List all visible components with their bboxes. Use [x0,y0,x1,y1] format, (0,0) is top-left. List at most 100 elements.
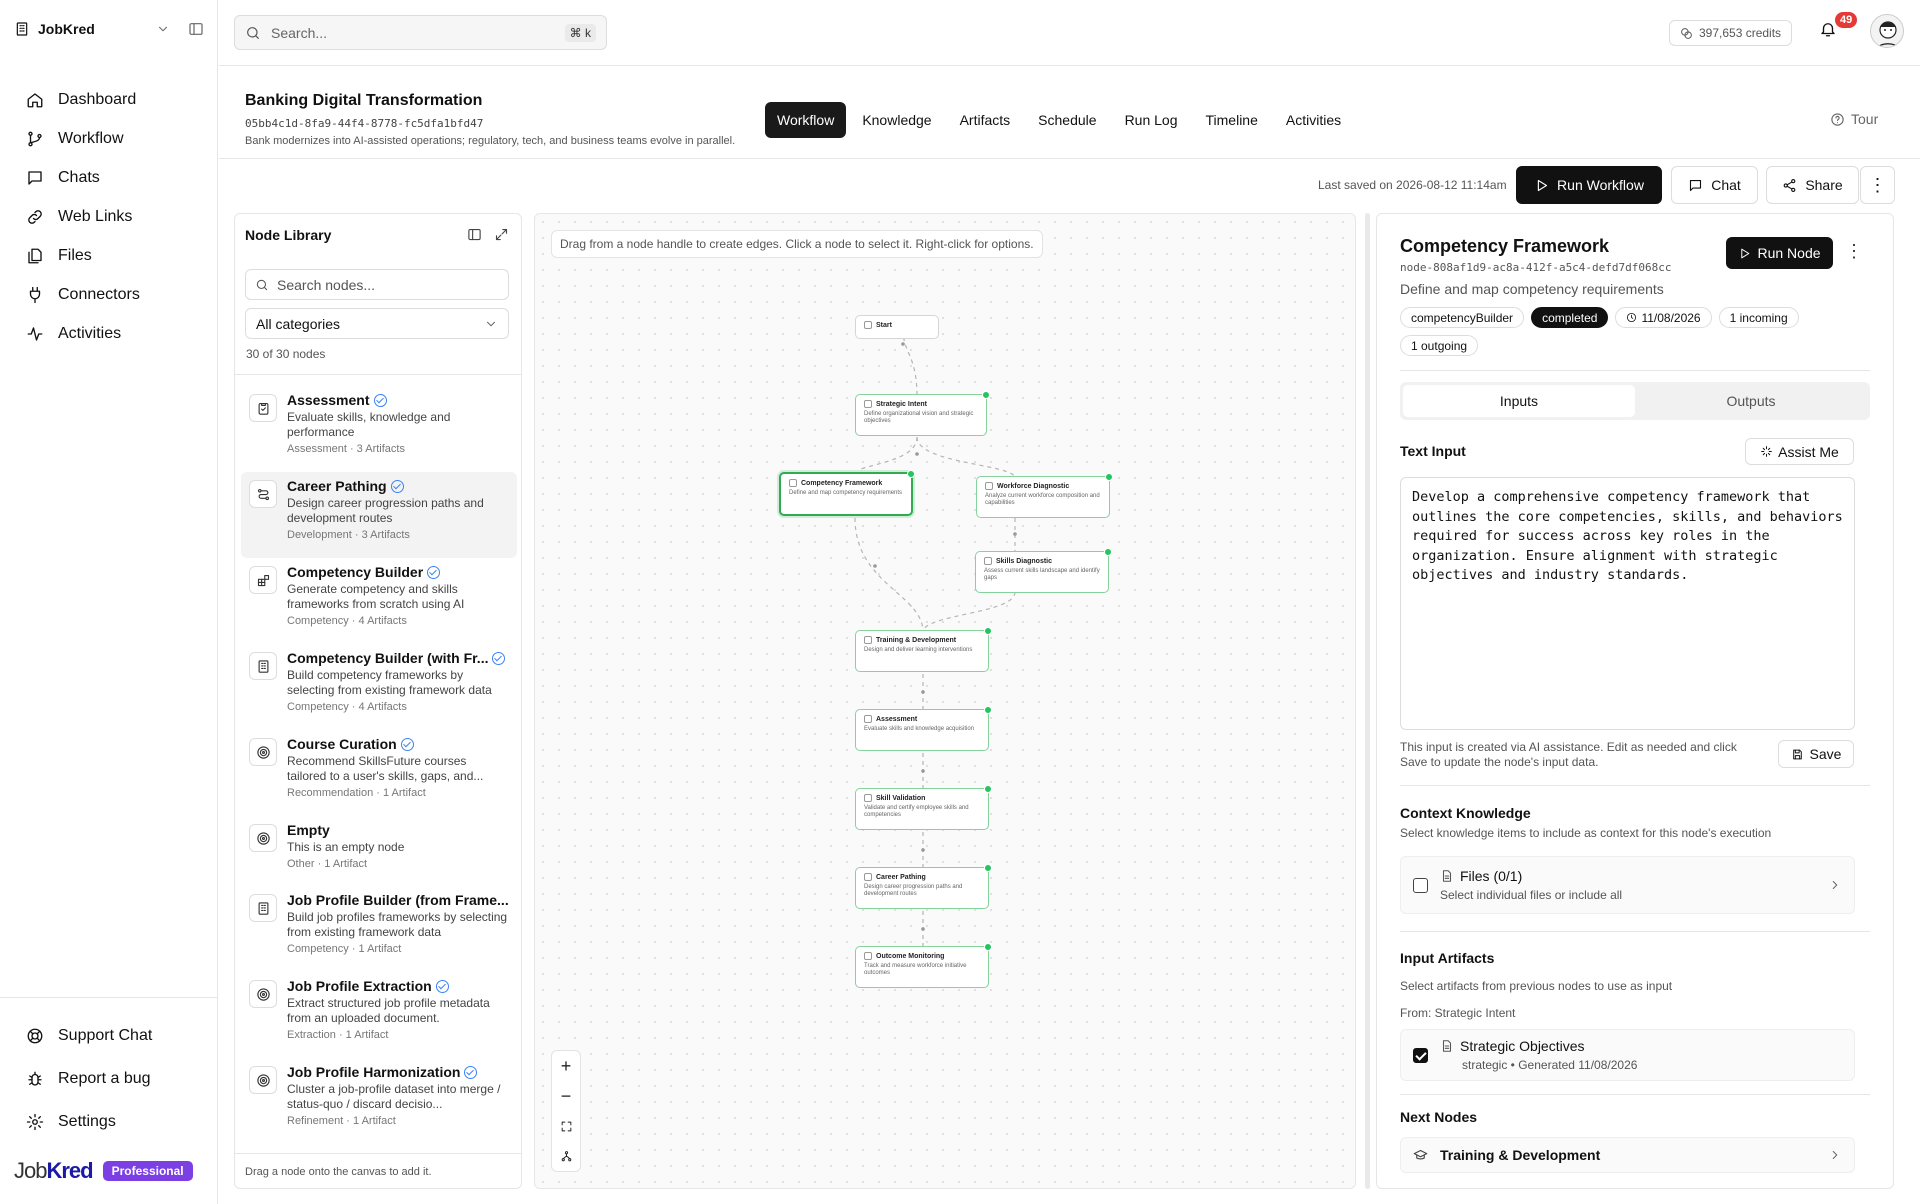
graph-node-description: Validate and certify employee skills and… [864,805,969,818]
assist-me-button[interactable]: Assist Me [1745,438,1854,465]
main-nav: Dashboard Workflow Chats Web Links Files… [16,80,206,353]
nav-activities[interactable]: Activities [16,314,206,353]
save-label: Save [1809,746,1842,762]
list-item[interactable]: Job Profile Extraction Extract structure… [241,972,517,1058]
graph-node-outcome-monitoring[interactable]: Outcome Monitoring Track and measure wor… [855,943,992,988]
list-item[interactable]: Career Pathing Design career progression… [241,472,517,558]
nav-chats[interactable]: Chats [16,158,206,197]
canvas-scrollbar[interactable] [1365,213,1370,1189]
list-item[interactable]: Course Curation Recommend SkillsFuture c… [241,730,517,816]
graph-node-training-development[interactable]: Training & Development Design and delive… [855,627,992,672]
header-divider [219,158,1920,159]
zoom-out-icon[interactable]: − [552,1081,580,1111]
node-name: Empty [287,822,330,838]
node-search-input[interactable]: Search nodes... [245,269,509,300]
artifact-item[interactable]: Strategic Objectives strategic • Generat… [1400,1029,1855,1081]
auto-layout-icon[interactable] [552,1141,580,1171]
run-node-button[interactable]: Run Node [1726,237,1833,269]
graph-node-description: Design and deliver learning intervention… [864,647,973,653]
tour-button[interactable]: Tour [1830,111,1878,127]
global-search[interactable]: Search... ⌘ k [234,15,607,50]
list-item[interactable]: Assessment Evaluate skills, knowledge an… [241,386,517,472]
graph-node-skills-diagnostic[interactable]: Skills Diagnostic Assess current skills … [975,548,1112,593]
list-item[interactable]: Job Profile Builder (from Frame... Build… [241,886,517,972]
tab-knowledge[interactable]: Knowledge [850,102,943,138]
avatar[interactable] [1870,14,1904,48]
graph-node-competency-framework[interactable]: Competency Framework Define and map comp… [779,470,915,516]
building-icon [258,901,268,915]
panel-divider [1400,785,1870,786]
tab-outputs[interactable]: Outputs [1635,385,1867,417]
graph-node-workforce-diagnostic[interactable]: Workforce Diagnostic Analyze current wor… [976,473,1113,518]
tab-inputs[interactable]: Inputs [1403,385,1635,417]
nav-report-bug[interactable]: Report a bug [16,1057,206,1100]
artifact-checkbox[interactable] [1413,1047,1428,1063]
coins-icon [1681,27,1692,39]
play-icon [1741,248,1750,258]
nav-connectors[interactable]: Connectors [16,275,206,314]
fit-view-icon[interactable] [552,1111,580,1141]
nav-settings[interactable]: Settings [16,1100,206,1143]
tab-schedule[interactable]: Schedule [1026,102,1108,138]
expand-icon[interactable] [494,227,509,242]
nav-workflow[interactable]: Workflow [16,119,206,158]
list-item[interactable]: Empty This is an empty node Other · 1 Ar… [241,816,517,886]
tab-workflow[interactable]: Workflow [765,102,847,138]
avatar-face-icon [1877,21,1899,47]
nav-web-links[interactable]: Web Links [16,197,206,236]
list-item[interactable]: Competency Builder Generate competency a… [241,558,517,644]
graph-node-assessment[interactable]: Assessment Evaluate skills and knowledge… [855,706,992,751]
nav-files[interactable]: Files [16,236,206,275]
credits-badge[interactable]: 397,653 credits [1669,20,1793,46]
panel-icon[interactable] [467,227,482,242]
tab-timeline[interactable]: Timeline [1194,102,1270,138]
text-input-field[interactable]: Develop a comprehensive competency frame… [1400,477,1855,730]
chat-button[interactable]: Chat [1671,166,1758,204]
node-meta: Competency · 1 Artifact [287,943,402,955]
zoom-in-icon[interactable]: + [552,1051,580,1081]
node-meta: Competency · 4 Artifacts [287,701,407,713]
sidebar-toggle-icon[interactable] [188,21,204,37]
list-item[interactable]: Competency Builder (with Fr... Build com… [241,644,517,730]
next-node-item[interactable]: Training & Development [1400,1137,1855,1173]
brand: JobKred Professional [14,1158,193,1184]
list-item[interactable]: Job Profile Harmonization Cluster a job-… [241,1058,517,1144]
graduation-cap-icon [1413,1149,1428,1159]
files-checkbox[interactable] [1413,877,1428,893]
graph-node-title: Strategic Intent [876,400,927,408]
status-dot [984,785,992,793]
run-workflow-button[interactable]: Run Workflow [1516,166,1662,204]
node-meta: Recommendation · 1 Artifact [287,787,426,799]
project-title: Banking Digital Transformation [245,92,483,109]
nav-dashboard[interactable]: Dashboard [16,80,206,119]
tab-activities[interactable]: Activities [1274,102,1353,138]
graph-node-strategic-intent[interactable]: Strategic Intent Define organizational v… [855,391,990,436]
graph-node-description: Design career progression paths and deve… [864,884,963,897]
save-button[interactable]: Save [1778,740,1854,768]
tab-run-log[interactable]: Run Log [1113,102,1190,138]
graph-node-skill-validation[interactable]: Skill Validation Validate and certify em… [855,785,992,830]
verified-icon [435,979,449,993]
workspace-switcher[interactable]: JobKred [14,16,204,42]
nav-label: Activities [58,324,122,342]
graph-node-career-pathing[interactable]: Career Pathing Design career progression… [855,864,992,909]
nav-support-chat[interactable]: Support Chat [16,1014,206,1057]
more-options-button[interactable]: ⋮ [1860,166,1895,204]
zoom-controls: + − [551,1050,581,1172]
chevron-down-icon[interactable] [156,22,170,36]
kebab-icon[interactable]: ⋮ [1845,242,1863,260]
graph-node-start[interactable]: Start [855,315,939,339]
files-selector[interactable]: Files (0/1) Select individual files or i… [1400,856,1855,914]
tab-artifacts[interactable]: Artifacts [948,102,1023,138]
builder-chip: competencyBuilder [1400,307,1525,328]
gear-icon [26,1113,44,1130]
node-name: Competency Builder [287,564,424,580]
share-button[interactable]: Share [1766,166,1859,204]
artifact-title: Strategic Objectives [1460,1038,1585,1054]
edge [854,517,924,633]
category-select[interactable]: All categories [245,308,509,339]
link-icon [28,209,42,224]
sidebar: JobKred Dashboard Workflow Chats Web Lin… [0,0,218,1204]
workflow-canvas[interactable]: Drag from a node handle to create edges.… [534,213,1356,1189]
node-name: Job Profile Builder (from Frame... [287,892,509,908]
